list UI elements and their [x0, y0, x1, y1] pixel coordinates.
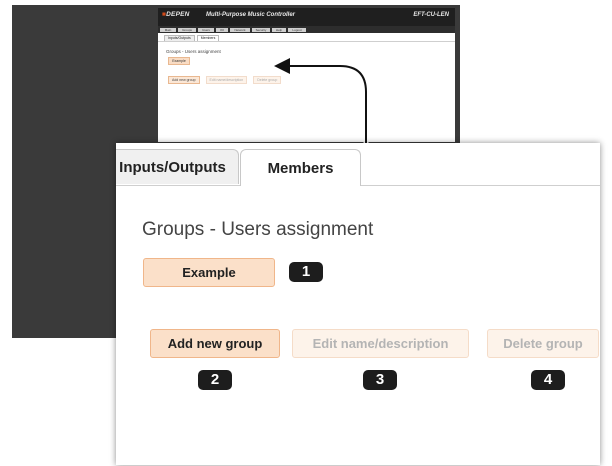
example-button[interactable]: Example	[143, 258, 275, 287]
delete-group-button[interactable]: Delete group	[487, 329, 599, 358]
tab-inputs-outputs[interactable]: Inputs/Outputs	[116, 149, 239, 184]
tab-bar: Inputs/Outputs Members	[116, 143, 600, 186]
tab-members[interactable]: Members	[240, 149, 361, 186]
edit-name-description-button[interactable]: Edit name/description	[292, 329, 469, 358]
callout-badge-3: 3	[363, 370, 397, 390]
callout-badge-1: 1	[289, 262, 323, 282]
callout-badge-4: 4	[531, 370, 565, 390]
add-new-group-button[interactable]: Add new group	[150, 329, 280, 358]
zoomed-panel: Inputs/Outputs Members Groups - Users as…	[116, 143, 600, 465]
callout-badge-2: 2	[198, 370, 232, 390]
page-title: Groups - Users assignment	[142, 219, 374, 240]
